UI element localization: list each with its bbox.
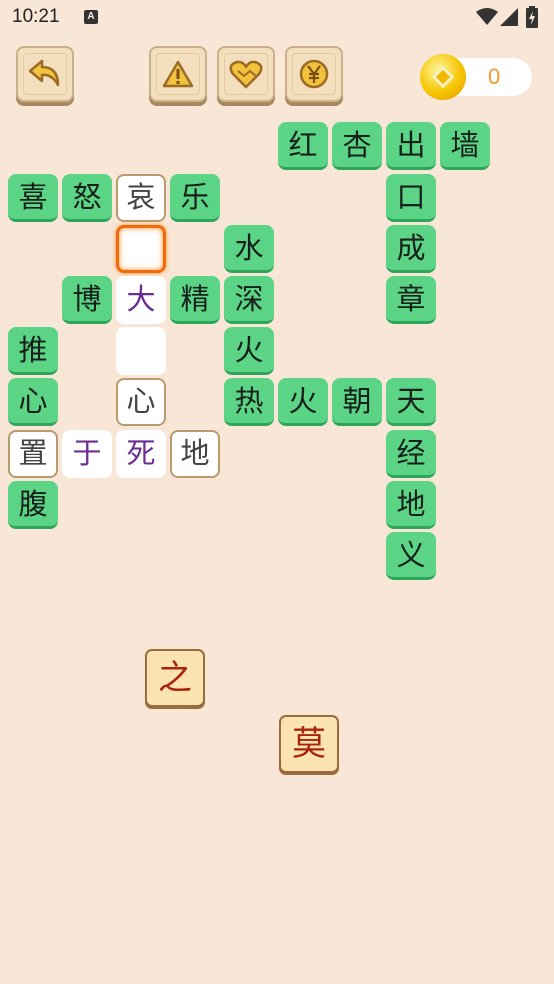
notification-icon: A (84, 10, 98, 24)
tile: 怒 (62, 174, 112, 222)
selected-empty-cell[interactable] (116, 225, 166, 273)
tile: 深 (224, 276, 274, 324)
gold-coin-icon (420, 54, 466, 100)
tile-given: 地 (170, 430, 220, 478)
tile: 地 (386, 481, 436, 529)
battery-icon (526, 6, 538, 28)
tile: 水 (224, 225, 274, 273)
tile: 天 (386, 378, 436, 426)
tile: 出 (386, 122, 436, 170)
tile-given: 心 (116, 378, 166, 426)
yen-coin-icon (299, 59, 329, 89)
hint-warning-button[interactable] (149, 46, 207, 102)
tile: 乐 (170, 174, 220, 222)
coin-count: 0 (488, 64, 501, 89)
undo-arrow-icon (28, 59, 60, 87)
status-time: 10:21 (12, 6, 60, 27)
heart-icon (229, 60, 263, 89)
tile: 推 (8, 327, 58, 375)
tile-filled[interactable]: 大 (116, 276, 166, 324)
tile: 精 (170, 276, 220, 324)
choice-tile[interactable]: 之 (145, 649, 205, 707)
tile-filled[interactable]: 死 (116, 430, 166, 478)
status-bar: 10:21 A (0, 0, 554, 36)
signal-icon (500, 8, 518, 26)
tile: 喜 (8, 174, 58, 222)
tile: 成 (386, 225, 436, 273)
favorite-button[interactable] (217, 46, 275, 102)
tile: 博 (62, 276, 112, 324)
choice-tile[interactable]: 莫 (279, 715, 339, 773)
tile-given: 哀 (116, 174, 166, 222)
tile: 口 (386, 174, 436, 222)
tile: 心 (8, 378, 58, 426)
tile: 腹 (8, 481, 58, 529)
warning-icon (162, 60, 194, 88)
tile: 火 (224, 327, 274, 375)
shop-button[interactable] (285, 46, 343, 102)
tile: 热 (224, 378, 274, 426)
tile: 杏 (332, 122, 382, 170)
tile: 火 (278, 378, 328, 426)
tile-filled[interactable]: 于 (62, 430, 112, 478)
tile: 朝 (332, 378, 382, 426)
tile: 墙 (440, 122, 490, 170)
tile-given: 置 (8, 430, 58, 478)
tile: 义 (386, 532, 436, 580)
empty-cell[interactable] (116, 327, 166, 375)
back-button[interactable] (16, 46, 74, 102)
tile: 红 (278, 122, 328, 170)
wifi-icon (476, 8, 498, 25)
tile: 章 (386, 276, 436, 324)
tile: 经 (386, 430, 436, 478)
